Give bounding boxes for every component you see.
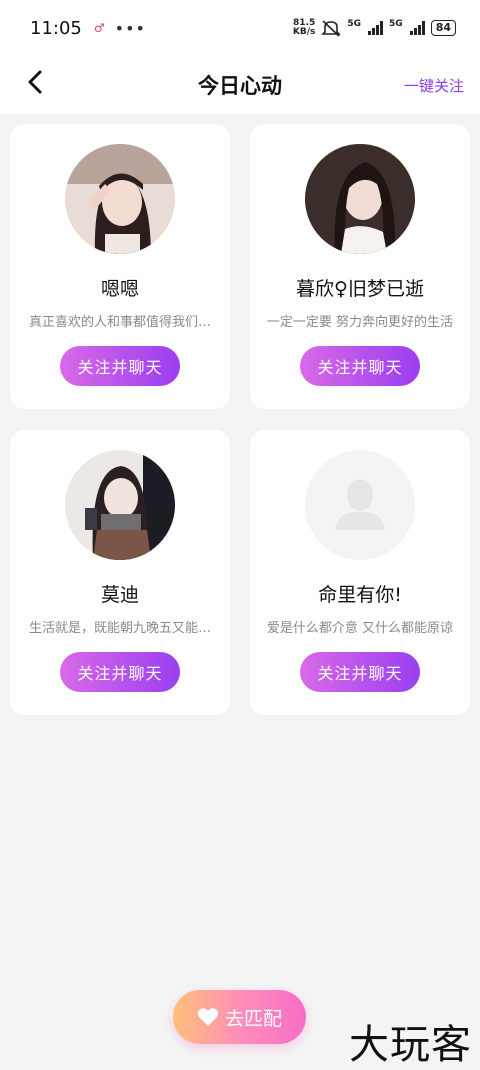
avatar-placeholder[interactable] [305, 450, 415, 560]
user-name: 嗯嗯 [100, 278, 139, 300]
more-dots-icon: ••• [114, 18, 146, 38]
net-speed: 81.5 KB/s [292, 18, 316, 37]
follow-all-button[interactable]: 一键关注 [404, 75, 464, 96]
signal-icon-2 [409, 21, 425, 35]
follow-chat-button[interactable]: 关注并聊天 [300, 652, 420, 692]
heart-icon [197, 1008, 219, 1026]
user-card[interactable]: 命里有你! 爱是什么都介意 又什么都能原谅 关注并聊天 [250, 430, 470, 715]
avatar[interactable] [65, 450, 175, 560]
gender-icon: ♂ [93, 21, 105, 35]
user-name: 命里有你! [318, 584, 402, 606]
default-user-icon [305, 450, 415, 560]
user-bio: 真正喜欢的人和事都值得我们… [28, 315, 211, 330]
follow-chat-button[interactable]: 关注并聊天 [60, 346, 180, 386]
user-card[interactable]: 莫迪 生活就是，既能朝九晚五又能… 关注并聊天 [10, 430, 230, 715]
user-bio: 爱是什么都介意 又什么都能原谅 [266, 621, 454, 636]
match-button[interactable]: 去匹配 [173, 990, 306, 1044]
status-bar: 11:05 ♂ ••• 81.5 KB/s 5G 5G 84 [0, 0, 480, 56]
mute-icon [321, 20, 342, 37]
watermark: 大玩客 [349, 1022, 472, 1068]
user-name: 暮欣♀旧梦已逝 [296, 278, 424, 300]
user-card[interactable]: 暮欣♀旧梦已逝 一定一定要 努力奔向更好的生活 关注并聊天 [250, 124, 470, 409]
user-card[interactable]: 嗯嗯 真正喜欢的人和事都值得我们… 关注并聊天 [10, 124, 230, 409]
avatar[interactable] [65, 144, 175, 254]
avatar[interactable] [305, 144, 415, 254]
battery-icon: 84 [430, 20, 456, 36]
status-time: 11:05 [30, 17, 82, 39]
user-bio: 一定一定要 努力奔向更好的生活 [266, 315, 454, 330]
follow-chat-button[interactable]: 关注并聊天 [60, 652, 180, 692]
back-arrow-icon[interactable] [22, 68, 50, 96]
match-button-label: 去匹配 [224, 1007, 282, 1030]
user-name: 莫迪 [100, 584, 139, 606]
signal-icon [368, 21, 384, 35]
page-title: 今日心动 [198, 74, 282, 98]
user-card-grid: 嗯嗯 真正喜欢的人和事都值得我们… 关注并聊天 暮欣♀旧梦已逝 一定一定要 努力… [10, 124, 470, 715]
top-nav: 今日心动 一键关注 [0, 56, 480, 114]
user-bio: 生活就是，既能朝九晚五又能… [28, 621, 211, 636]
follow-chat-button[interactable]: 关注并聊天 [300, 346, 420, 386]
